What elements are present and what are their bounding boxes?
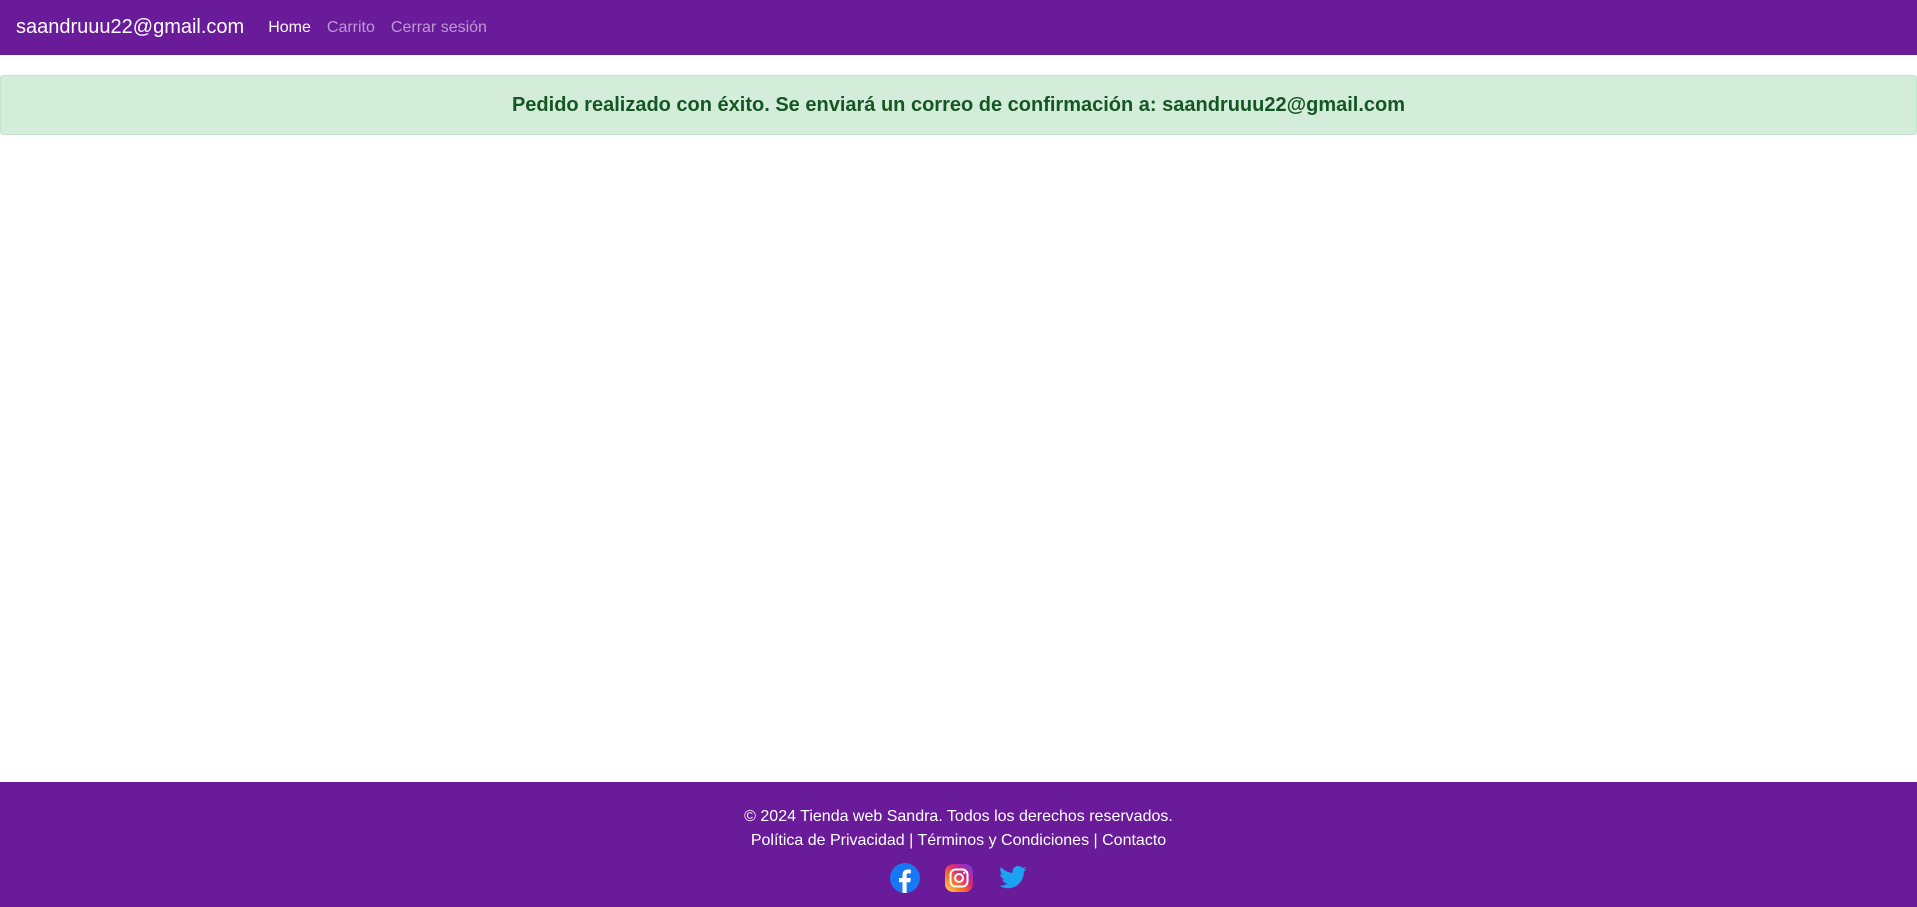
order-success-alert: Pedido realizado con éxito. Se enviará u… bbox=[0, 75, 1917, 135]
order-success-message: Pedido realizado con éxito. Se enviará u… bbox=[511, 93, 1406, 116]
footer-links: Política de Privacidad | Términos y Cond… bbox=[0, 829, 1917, 853]
site-footer: © 2024 Tienda web Sandra. Todos los dere… bbox=[0, 782, 1917, 907]
top-navbar: saandruuu22@gmail.com Home Carrito Cerra… bbox=[0, 0, 1917, 55]
nav-link-cerrar-sesion[interactable]: Cerrar sesión bbox=[391, 19, 487, 37]
footer-link-contact[interactable]: Contacto bbox=[1102, 832, 1166, 849]
footer-link-terms[interactable]: Términos y Condiciones bbox=[917, 832, 1089, 849]
footer-copyright: © 2024 Tienda web Sandra. Todos los dere… bbox=[744, 808, 1173, 825]
twitter-icon[interactable] bbox=[998, 863, 1028, 893]
nav-link-home[interactable]: Home bbox=[268, 19, 311, 37]
footer-separator: | bbox=[1093, 832, 1103, 849]
footer-link-privacy[interactable]: Política de Privacidad bbox=[751, 832, 905, 849]
page: saandruuu22@gmail.com Home Carrito Cerra… bbox=[0, 0, 1917, 907]
navbar-brand-user-email[interactable]: saandruuu22@gmail.com bbox=[16, 16, 244, 39]
nav-link-carrito[interactable]: Carrito bbox=[327, 19, 375, 37]
instagram-icon[interactable] bbox=[944, 863, 974, 893]
facebook-icon[interactable] bbox=[889, 863, 920, 893]
social-links bbox=[0, 863, 1917, 893]
